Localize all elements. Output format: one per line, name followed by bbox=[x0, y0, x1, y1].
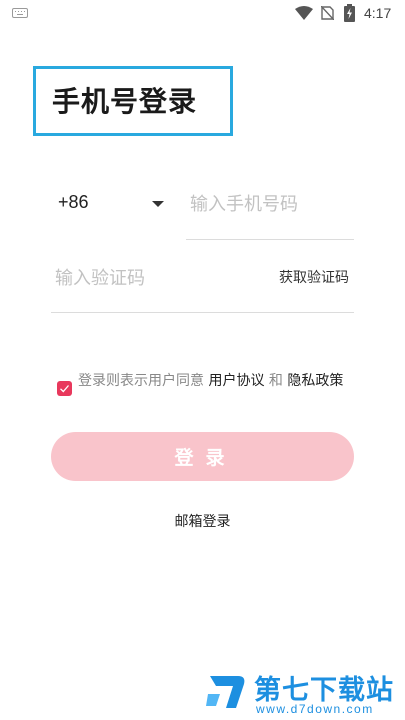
watermark-url: www.d7down.com bbox=[256, 702, 374, 716]
country-code-selector[interactable]: +86 bbox=[58, 192, 89, 213]
watermark-logo-icon bbox=[206, 676, 245, 708]
battery-charging-icon bbox=[344, 4, 355, 22]
checkmark-icon bbox=[60, 385, 69, 393]
email-login-link[interactable]: 邮箱登录 bbox=[0, 511, 405, 531]
agreement-joiner: 和 bbox=[264, 373, 288, 389]
agreement-checkbox[interactable] bbox=[57, 381, 72, 396]
phone-number-input[interactable] bbox=[186, 184, 354, 224]
login-button[interactable]: 登录 bbox=[51, 432, 354, 481]
privacy-link[interactable]: 隐私政策 bbox=[287, 373, 343, 389]
agreement-text: 登录则表示用户同意 用户协议 和 隐私政策 bbox=[78, 372, 360, 391]
phone-input-underline bbox=[186, 239, 354, 240]
chevron-down-icon[interactable] bbox=[152, 201, 164, 207]
status-bar: 4:17 bbox=[0, 0, 405, 28]
get-code-button[interactable]: 获取验证码 bbox=[279, 267, 349, 287]
page-title: 手机号登录 bbox=[52, 85, 198, 118]
no-sim-icon bbox=[321, 6, 334, 20]
keyboard-icon bbox=[12, 8, 28, 18]
agreement-prefix: 登录则表示用户同意 bbox=[78, 373, 209, 389]
clock: 4:17 bbox=[364, 5, 392, 21]
wifi-icon bbox=[295, 6, 313, 20]
terms-link[interactable]: 用户协议 bbox=[208, 373, 264, 389]
verification-code-input[interactable] bbox=[51, 258, 261, 298]
code-input-underline bbox=[51, 312, 354, 313]
